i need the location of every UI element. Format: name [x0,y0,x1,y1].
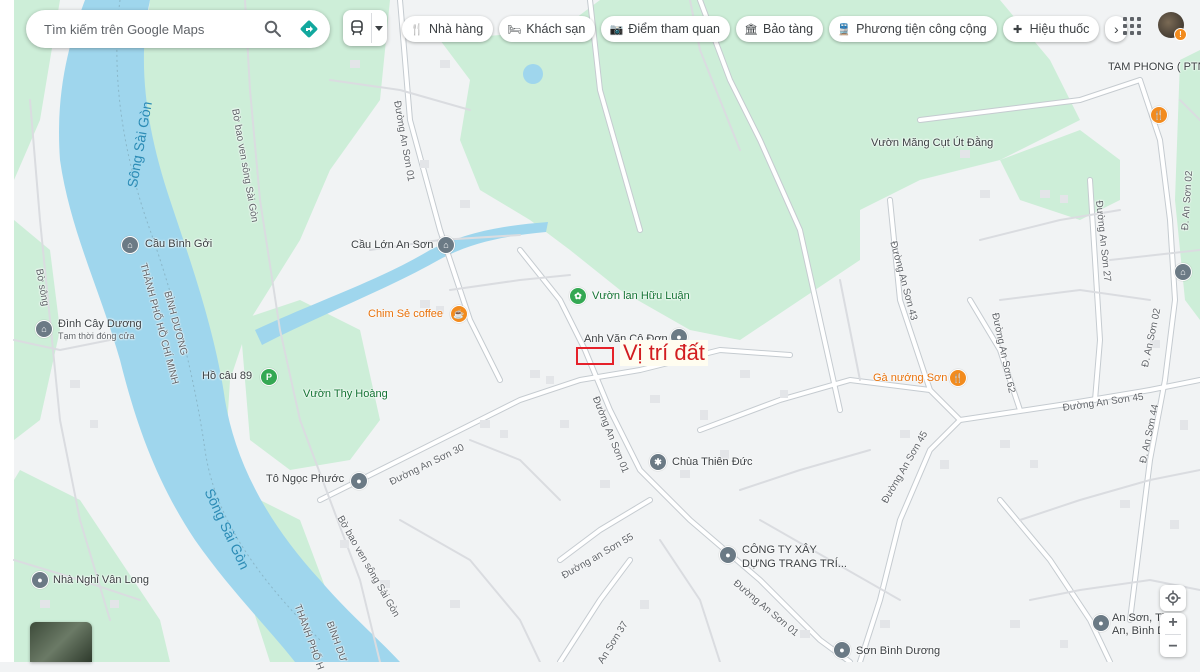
zoom-in-button[interactable]: + [1168,614,1177,632]
landmark-icon[interactable]: ⌂ [1174,263,1192,281]
transit-layer-icon [343,20,371,36]
search-box[interactable]: Tìm kiếm trên Google Maps [26,10,330,48]
chip-label: Bảo tàng [763,22,814,36]
cafe-icon[interactable]: ☕ [450,305,468,323]
pharmacy-icon: ✚ [1013,23,1023,36]
avatar[interactable]: ! [1158,12,1187,41]
place-label[interactable]: Vườn Măng Cụt Út Đằng [871,137,993,149]
place-marker-icon[interactable]: ● [1092,614,1110,632]
museum-icon: 🏛 [744,23,758,36]
place-label[interactable]: Đình Cây Dương [58,318,142,330]
transit-icon: 🚆 [837,23,851,36]
place-label[interactable]: Sơn Bình Dương [856,645,940,657]
chip-hotels[interactable]: 🛏 Khách sạn [499,16,596,42]
category-chips: 🍴 Nhà hàng 🛏 Khách sạn 📷 Điểm tham quan 🏛 Bả… [402,16,1128,42]
land-location-marker [576,347,614,365]
place-label[interactable]: Tô Ngọc Phước [266,473,344,485]
my-location-icon [1165,590,1181,606]
place-marker-icon[interactable]: ● [31,571,49,589]
zoom-control: + − [1160,613,1186,657]
place-label[interactable]: DỰNG TRANG TRÍ... [742,558,847,570]
chip-label: Phương tiện công cộng [856,22,987,36]
place-label[interactable]: Cầu Lớn An Sơn [351,239,433,251]
place-marker-icon[interactable]: ● [350,472,368,490]
place-label[interactable]: Vườn Thy Hoàng [303,388,388,400]
landmark-icon[interactable]: ⌂ [35,320,53,338]
place-marker-icon[interactable]: ● [719,546,737,564]
chevron-right-icon: › [1114,21,1119,37]
landmark-icon[interactable]: ⌂ [121,236,139,254]
place-label[interactable]: Chùa Thiên Đức [672,456,753,468]
place-label[interactable]: TAM PHONG ( PTN [1108,61,1200,73]
park-icon[interactable]: P [260,368,278,386]
chip-attractions[interactable]: 📷 Điểm tham quan [601,16,731,42]
transit-layer-button[interactable] [343,10,387,46]
chip-label: Điểm tham quan [628,22,721,36]
chip-label: Khách sạn [526,22,586,36]
temple-icon[interactable]: ✱ [649,453,667,471]
place-label[interactable]: Hồ câu 89 [202,370,252,382]
restaurant-icon[interactable]: 🍴 [949,369,967,387]
my-location-button[interactable] [1160,585,1186,611]
chip-label: Nhà hàng [429,22,484,36]
apps-grid-icon[interactable] [1123,17,1141,35]
garden-icon[interactable]: ✿ [569,287,587,305]
search-input[interactable]: Tìm kiếm trên Google Maps [44,22,258,37]
chip-museums[interactable]: 🏛 Bảo tàng [736,16,824,42]
camera-icon: 📷 [609,23,624,36]
land-location-label: Vị trí đất [620,340,708,366]
place-label[interactable]: Gà nướng Sơn [873,372,947,384]
chip-transit[interactable]: 🚆 Phương tiện công cộng [829,16,997,42]
chevron-down-icon[interactable] [372,25,386,31]
chip-restaurants[interactable]: 🍴 Nhà hàng [402,16,494,42]
place-marker-icon[interactable]: ● [833,641,851,659]
place-status: Tạm thời đóng cửa [58,331,135,341]
chip-label: Hiệu thuốc [1029,22,1090,36]
place-label[interactable]: Nhà Nghỉ Vân Long [53,574,149,586]
zoom-out-button[interactable]: − [1168,638,1177,656]
landmark-icon[interactable]: ⌂ [437,236,455,254]
notification-badge: ! [1174,28,1187,41]
place-label[interactable]: Vườn lan Hữu Luận [592,290,690,302]
place-label[interactable]: CÔNG TY XÂY [742,544,817,556]
hotel-icon: 🛏 [507,23,522,36]
place-label[interactable]: Cầu Bình Gởi [145,238,212,250]
satellite-layer-thumbnail[interactable] [30,622,92,662]
chip-pharmacies[interactable]: ✚ Hiệu thuốc [1002,16,1100,42]
directions-icon[interactable] [294,14,324,44]
restaurant-icon[interactable]: 🍴 [1150,106,1168,124]
restaurant-icon: 🍴 [410,23,424,36]
place-label[interactable]: Chim Sẻ coffee [368,308,443,320]
place-label[interactable]: An, Bình D [1112,625,1165,637]
search-icon[interactable] [258,14,288,44]
